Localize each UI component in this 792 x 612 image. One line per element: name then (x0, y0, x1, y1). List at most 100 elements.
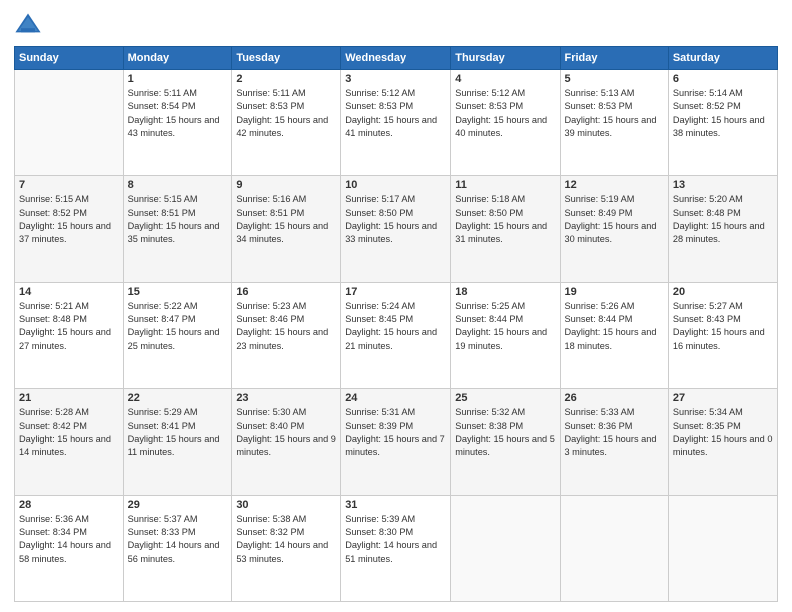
day-number: 2 (236, 73, 336, 85)
calendar-cell: 17 Sunrise: 5:24 AMSunset: 8:45 PMDaylig… (341, 282, 451, 388)
calendar-cell: 8 Sunrise: 5:15 AMSunset: 8:51 PMDayligh… (123, 176, 232, 282)
day-number: 22 (128, 392, 228, 404)
day-number: 9 (236, 179, 336, 191)
day-number: 3 (345, 73, 446, 85)
day-info: Sunrise: 5:15 AMSunset: 8:51 PMDaylight:… (128, 193, 228, 246)
calendar-table: SundayMondayTuesdayWednesdayThursdayFrid… (14, 46, 778, 602)
day-info: Sunrise: 5:16 AMSunset: 8:51 PMDaylight:… (236, 193, 336, 246)
day-info: Sunrise: 5:12 AMSunset: 8:53 PMDaylight:… (455, 87, 555, 140)
calendar-week-row: 28 Sunrise: 5:36 AMSunset: 8:34 PMDaylig… (15, 495, 778, 601)
calendar-cell (668, 495, 777, 601)
day-info: Sunrise: 5:36 AMSunset: 8:34 PMDaylight:… (19, 513, 119, 566)
calendar-cell: 5 Sunrise: 5:13 AMSunset: 8:53 PMDayligh… (560, 70, 668, 176)
day-number: 11 (455, 179, 555, 191)
day-number: 13 (673, 179, 773, 191)
day-info: Sunrise: 5:21 AMSunset: 8:48 PMDaylight:… (19, 300, 119, 353)
calendar-cell: 4 Sunrise: 5:12 AMSunset: 8:53 PMDayligh… (451, 70, 560, 176)
calendar-week-row: 1 Sunrise: 5:11 AMSunset: 8:54 PMDayligh… (15, 70, 778, 176)
day-info: Sunrise: 5:15 AMSunset: 8:52 PMDaylight:… (19, 193, 119, 246)
day-number: 26 (565, 392, 664, 404)
calendar-cell: 19 Sunrise: 5:26 AMSunset: 8:44 PMDaylig… (560, 282, 668, 388)
calendar-cell: 24 Sunrise: 5:31 AMSunset: 8:39 PMDaylig… (341, 389, 451, 495)
day-info: Sunrise: 5:22 AMSunset: 8:47 PMDaylight:… (128, 300, 228, 353)
header-thursday: Thursday (451, 47, 560, 70)
calendar-cell: 12 Sunrise: 5:19 AMSunset: 8:49 PMDaylig… (560, 176, 668, 282)
day-number: 31 (345, 499, 446, 511)
calendar-cell: 7 Sunrise: 5:15 AMSunset: 8:52 PMDayligh… (15, 176, 124, 282)
day-number: 15 (128, 286, 228, 298)
header-tuesday: Tuesday (232, 47, 341, 70)
day-info: Sunrise: 5:30 AMSunset: 8:40 PMDaylight:… (236, 406, 336, 459)
day-number: 29 (128, 499, 228, 511)
day-info: Sunrise: 5:13 AMSunset: 8:53 PMDaylight:… (565, 87, 664, 140)
header-friday: Friday (560, 47, 668, 70)
calendar-cell: 27 Sunrise: 5:34 AMSunset: 8:35 PMDaylig… (668, 389, 777, 495)
header-wednesday: Wednesday (341, 47, 451, 70)
calendar-cell: 26 Sunrise: 5:33 AMSunset: 8:36 PMDaylig… (560, 389, 668, 495)
day-number: 8 (128, 179, 228, 191)
day-info: Sunrise: 5:25 AMSunset: 8:44 PMDaylight:… (455, 300, 555, 353)
day-info: Sunrise: 5:14 AMSunset: 8:52 PMDaylight:… (673, 87, 773, 140)
day-number: 14 (19, 286, 119, 298)
calendar-cell: 10 Sunrise: 5:17 AMSunset: 8:50 PMDaylig… (341, 176, 451, 282)
day-info: Sunrise: 5:20 AMSunset: 8:48 PMDaylight:… (673, 193, 773, 246)
calendar-cell: 22 Sunrise: 5:29 AMSunset: 8:41 PMDaylig… (123, 389, 232, 495)
calendar-cell: 18 Sunrise: 5:25 AMSunset: 8:44 PMDaylig… (451, 282, 560, 388)
day-info: Sunrise: 5:31 AMSunset: 8:39 PMDaylight:… (345, 406, 446, 459)
day-info: Sunrise: 5:38 AMSunset: 8:32 PMDaylight:… (236, 513, 336, 566)
day-info: Sunrise: 5:18 AMSunset: 8:50 PMDaylight:… (455, 193, 555, 246)
day-number: 24 (345, 392, 446, 404)
day-info: Sunrise: 5:11 AMSunset: 8:54 PMDaylight:… (128, 87, 228, 140)
day-number: 27 (673, 392, 773, 404)
day-number: 30 (236, 499, 336, 511)
day-info: Sunrise: 5:29 AMSunset: 8:41 PMDaylight:… (128, 406, 228, 459)
calendar-week-row: 21 Sunrise: 5:28 AMSunset: 8:42 PMDaylig… (15, 389, 778, 495)
day-info: Sunrise: 5:12 AMSunset: 8:53 PMDaylight:… (345, 87, 446, 140)
day-number: 20 (673, 286, 773, 298)
header (14, 10, 778, 38)
day-number: 28 (19, 499, 119, 511)
calendar-cell: 6 Sunrise: 5:14 AMSunset: 8:52 PMDayligh… (668, 70, 777, 176)
day-info: Sunrise: 5:17 AMSunset: 8:50 PMDaylight:… (345, 193, 446, 246)
day-info: Sunrise: 5:34 AMSunset: 8:35 PMDaylight:… (673, 406, 773, 459)
day-info: Sunrise: 5:26 AMSunset: 8:44 PMDaylight:… (565, 300, 664, 353)
day-number: 23 (236, 392, 336, 404)
day-number: 21 (19, 392, 119, 404)
day-number: 4 (455, 73, 555, 85)
calendar-header-row: SundayMondayTuesdayWednesdayThursdayFrid… (15, 47, 778, 70)
calendar-cell (451, 495, 560, 601)
day-number: 5 (565, 73, 664, 85)
day-number: 17 (345, 286, 446, 298)
logo (14, 10, 46, 38)
calendar-cell: 2 Sunrise: 5:11 AMSunset: 8:53 PMDayligh… (232, 70, 341, 176)
day-number: 12 (565, 179, 664, 191)
header-saturday: Saturday (668, 47, 777, 70)
calendar-cell: 15 Sunrise: 5:22 AMSunset: 8:47 PMDaylig… (123, 282, 232, 388)
day-info: Sunrise: 5:11 AMSunset: 8:53 PMDaylight:… (236, 87, 336, 140)
calendar-cell: 9 Sunrise: 5:16 AMSunset: 8:51 PMDayligh… (232, 176, 341, 282)
day-info: Sunrise: 5:27 AMSunset: 8:43 PMDaylight:… (673, 300, 773, 353)
calendar-cell: 25 Sunrise: 5:32 AMSunset: 8:38 PMDaylig… (451, 389, 560, 495)
day-number: 1 (128, 73, 228, 85)
day-info: Sunrise: 5:39 AMSunset: 8:30 PMDaylight:… (345, 513, 446, 566)
day-number: 25 (455, 392, 555, 404)
calendar-cell: 20 Sunrise: 5:27 AMSunset: 8:43 PMDaylig… (668, 282, 777, 388)
page: SundayMondayTuesdayWednesdayThursdayFrid… (0, 0, 792, 612)
day-info: Sunrise: 5:33 AMSunset: 8:36 PMDaylight:… (565, 406, 664, 459)
day-info: Sunrise: 5:19 AMSunset: 8:49 PMDaylight:… (565, 193, 664, 246)
calendar-cell: 23 Sunrise: 5:30 AMSunset: 8:40 PMDaylig… (232, 389, 341, 495)
day-info: Sunrise: 5:23 AMSunset: 8:46 PMDaylight:… (236, 300, 336, 353)
calendar-cell: 1 Sunrise: 5:11 AMSunset: 8:54 PMDayligh… (123, 70, 232, 176)
calendar-cell: 21 Sunrise: 5:28 AMSunset: 8:42 PMDaylig… (15, 389, 124, 495)
day-info: Sunrise: 5:28 AMSunset: 8:42 PMDaylight:… (19, 406, 119, 459)
calendar-cell: 3 Sunrise: 5:12 AMSunset: 8:53 PMDayligh… (341, 70, 451, 176)
calendar-week-row: 7 Sunrise: 5:15 AMSunset: 8:52 PMDayligh… (15, 176, 778, 282)
day-number: 6 (673, 73, 773, 85)
header-monday: Monday (123, 47, 232, 70)
logo-icon (14, 10, 42, 38)
day-number: 19 (565, 286, 664, 298)
calendar-cell: 30 Sunrise: 5:38 AMSunset: 8:32 PMDaylig… (232, 495, 341, 601)
calendar-cell (560, 495, 668, 601)
calendar-cell: 14 Sunrise: 5:21 AMSunset: 8:48 PMDaylig… (15, 282, 124, 388)
calendar-cell: 28 Sunrise: 5:36 AMSunset: 8:34 PMDaylig… (15, 495, 124, 601)
